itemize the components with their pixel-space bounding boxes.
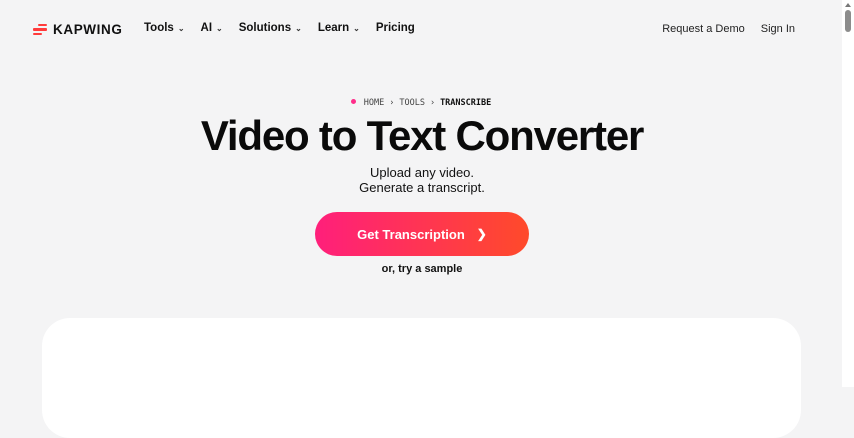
hero-subtitle: Upload any video. Generate a transcript. (0, 165, 844, 195)
chevron-down-icon: ⌄ (177, 23, 185, 33)
kapwing-logo[interactable]: KAPWING (33, 22, 122, 37)
menu-item-label: AI (200, 22, 213, 34)
account-links: Request a Demo Sign In (646, 23, 795, 35)
page-title: Video to Text Converter (200, 112, 644, 159)
logo-text: KAPWING (53, 22, 123, 37)
top-navigation: KAPWING Tools ⌄ AI ⌄ Solutions ⌄ Learn ⌄ Pri… (0, 0, 842, 58)
request-demo-link[interactable]: Request a Demo (662, 23, 745, 35)
chevron-down-icon: ⌄ (216, 23, 223, 33)
scrollbar-thumb[interactable] (845, 10, 851, 32)
preview-card (42, 318, 801, 438)
subtitle-line-2: Generate a transcript. (359, 180, 485, 195)
scroll-up-arrow-icon[interactable] (845, 3, 851, 7)
menu-item-label: Pricing (375, 22, 415, 34)
menu-item-label: Learn (317, 22, 350, 34)
get-transcription-button[interactable]: Get Transcription ❯ (315, 212, 529, 256)
menu-item-label: Solutions (238, 22, 292, 34)
page: KAPWING Tools ⌄ AI ⌄ Solutions ⌄ Learn ⌄ Pri… (0, 0, 844, 438)
chevron-right-icon: › (429, 98, 436, 108)
menu-item-ai[interactable]: AI ⌄ (201, 22, 223, 34)
menu-item-learn[interactable]: Learn ⌄ (318, 22, 360, 34)
chevron-right-icon: ❯ (476, 227, 487, 241)
kapwing-logo-icon (33, 23, 47, 36)
breadcrumb-dot-icon (350, 99, 356, 104)
vertical-scrollbar[interactable] (842, 0, 854, 387)
menu-item-tools[interactable]: Tools ⌄ (144, 22, 185, 34)
menu-item-solutions[interactable]: Solutions ⌄ (239, 22, 302, 34)
breadcrumb-current: TRANSCRIBE (440, 98, 492, 108)
menu-item-pricing[interactable]: Pricing (376, 22, 415, 34)
chevron-down-icon: ⌄ (295, 23, 302, 33)
chevron-right-icon: › (389, 98, 395, 108)
try-sample-link[interactable]: or, try a sample (0, 263, 844, 275)
main-menu: Tools ⌄ AI ⌄ Solutions ⌄ Learn ⌄ Pricing (144, 22, 431, 34)
breadcrumb-tools[interactable]: TOOLS (399, 98, 425, 108)
sign-in-link[interactable]: Sign In (761, 23, 795, 35)
menu-item-label: Tools (144, 22, 174, 34)
cta-label: Get Transcription (357, 226, 465, 242)
breadcrumb: HOME › TOOLS › TRANSCRIBE (0, 98, 842, 108)
breadcrumb-home[interactable]: HOME (364, 98, 384, 108)
chevron-down-icon: ⌄ (353, 23, 360, 33)
subtitle-line-1: Upload any video. (369, 165, 475, 180)
